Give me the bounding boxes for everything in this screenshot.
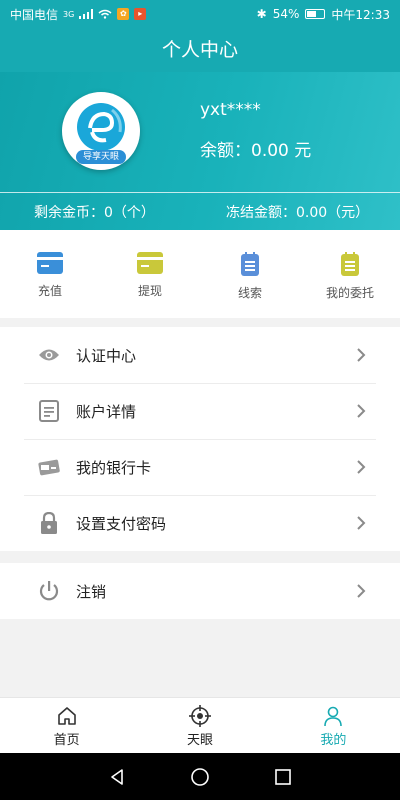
home-icon [57, 707, 76, 725]
chevron-right-icon [357, 460, 366, 474]
menu-item-verification-center[interactable]: 认证中心 [0, 327, 400, 383]
wifi-icon [98, 9, 112, 19]
chevron-right-icon [357, 348, 366, 362]
avatar[interactable]: 导享天眼 [62, 92, 140, 170]
signal-icon [79, 9, 94, 19]
app-notification-icon-2: ▸ [134, 8, 147, 20]
bluetooth-icon: ✱ [256, 7, 267, 21]
recharge-button[interactable]: 充值 [0, 230, 100, 318]
carrier-label: 中国电信 [10, 7, 59, 22]
header-divider [0, 192, 400, 193]
my-commissions-button[interactable]: 我的委托 [300, 230, 400, 318]
back-icon[interactable] [108, 768, 126, 786]
document-icon [37, 399, 61, 423]
avatar-tag: 导享天眼 [76, 150, 126, 164]
withdraw-label: 提现 [137, 284, 162, 298]
balance-value: 0.00 元 [251, 141, 312, 161]
chevron-right-icon [357, 404, 366, 418]
notepad-icon [341, 252, 359, 276]
settings-menu: 认证中心 账户详情 我的银行卡 设置支付密码 [0, 327, 400, 551]
battery-icon [305, 9, 326, 19]
menu-item-my-bank-card[interactable]: 我的银行卡 [0, 439, 400, 495]
notepad-icon [241, 252, 259, 276]
withdraw-button[interactable]: 提现 [100, 230, 200, 318]
balance: 余额：0.00 元 [200, 136, 311, 161]
tab-label: 首页 [53, 733, 80, 748]
logout-group: 注销 [0, 563, 400, 619]
menu-item-account-details[interactable]: 账户详情 [0, 383, 400, 439]
lock-icon [37, 511, 61, 535]
power-icon [37, 579, 61, 603]
recharge-label: 充值 [37, 284, 62, 298]
battery-percent: 54% [272, 7, 300, 21]
frozen-amount: 冻结金额：0.00（元） [226, 205, 370, 221]
remaining-coins: 剩余金币：0（个） [34, 205, 155, 221]
logout-label: 注销 [76, 582, 107, 601]
eye-icon [37, 343, 61, 367]
tab-home[interactable]: 首页 [0, 698, 133, 753]
balance-label: 余额： [200, 141, 251, 161]
bank-card-icon [37, 455, 61, 479]
my-commissions-label: 我的委托 [325, 286, 374, 300]
network-type: 3G [63, 9, 75, 19]
tab-label: 天眼 [186, 733, 213, 748]
quick-actions: 充值 提现 线索 我的委托 [0, 230, 400, 318]
username: yxt**** [200, 100, 261, 120]
clock: 中午12:33 [331, 7, 390, 22]
chevron-right-icon [357, 516, 366, 530]
menu-label: 我的银行卡 [76, 458, 152, 477]
card-icon [37, 252, 63, 274]
recent-apps-icon[interactable] [274, 768, 292, 786]
home-circle-icon[interactable] [190, 767, 210, 787]
clues-label: 线索 [237, 286, 262, 300]
page-title: 个人中心 [0, 28, 400, 72]
app-notification-icon: ✿ [117, 8, 130, 20]
menu-label: 账户详情 [76, 402, 137, 421]
clues-button[interactable]: 线索 [200, 230, 300, 318]
menu-item-set-payment-password[interactable]: 设置支付密码 [0, 495, 400, 551]
chevron-right-icon [357, 584, 366, 598]
crosshair-icon [188, 705, 211, 727]
person-icon [324, 706, 343, 727]
bottom-tab-bar: 首页 天眼 我的 [0, 697, 400, 753]
system-nav-bar [0, 753, 400, 800]
tab-label: 我的 [320, 733, 347, 748]
profile-header: 导享天眼 yxt**** 余额：0.00 元 剩余金币：0（个） 冻结金额：0.… [0, 72, 400, 230]
logout-button[interactable]: 注销 [0, 563, 400, 619]
status-bar: 中国电信 3G ✿ ▸ ✱ 54% 中午12:33 [0, 0, 400, 28]
tab-mine[interactable]: 我的 [267, 698, 400, 753]
menu-label: 设置支付密码 [76, 514, 167, 533]
tab-tianyan[interactable]: 天眼 [133, 698, 266, 753]
menu-label: 认证中心 [76, 346, 137, 365]
card-icon [137, 252, 163, 274]
